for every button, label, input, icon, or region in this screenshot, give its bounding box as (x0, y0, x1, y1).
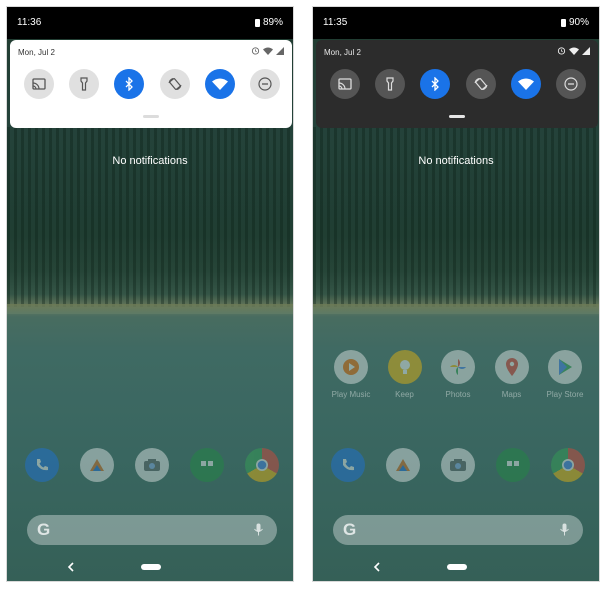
camera-icon[interactable] (441, 448, 475, 482)
status-right: 90% (560, 17, 589, 28)
quick-settings-panel[interactable]: Mon, Jul 2 (316, 40, 598, 128)
google-g-icon: G (37, 520, 51, 539)
play-store-icon (548, 350, 582, 384)
back-icon[interactable] (65, 560, 77, 574)
tile-flashlight[interactable] (69, 69, 100, 99)
qs-status-icons (251, 46, 284, 55)
tile-flashlight[interactable] (375, 69, 406, 99)
panel-drag-handle[interactable] (143, 115, 159, 118)
home-button[interactable] (141, 564, 161, 570)
qs-status-icons (557, 46, 590, 55)
qs-date: Mon, Jul 2 (324, 48, 361, 57)
app-label: Keep (395, 390, 414, 399)
app-play-store[interactable]: Play Store (541, 350, 589, 399)
cast-icon (338, 78, 352, 90)
search-bar[interactable]: G (27, 515, 277, 545)
wifi-signal-icon (263, 47, 273, 55)
camera-icon[interactable] (135, 448, 169, 482)
wifi-icon (211, 78, 228, 90)
triangle-app-icon[interactable] (386, 448, 420, 482)
app-photos[interactable]: Photos (434, 350, 482, 399)
tile-bluetooth[interactable] (420, 69, 451, 99)
tile-do-not-disturb[interactable] (249, 69, 280, 99)
dnd-icon (564, 77, 578, 91)
cast-icon (32, 78, 46, 90)
battery-percent: 90% (568, 17, 589, 28)
wifi-icon (517, 78, 534, 90)
bluetooth-icon (431, 77, 440, 91)
tile-cast[interactable] (330, 69, 360, 99)
home-apps-row: Play Music Keep Photos Maps Play Store (327, 350, 589, 399)
app-label: Photos (445, 390, 471, 399)
dock (25, 448, 279, 482)
tile-auto-rotate[interactable] (159, 69, 190, 99)
hangouts-icon[interactable] (190, 448, 224, 482)
status-bar: 11:35 90% (313, 7, 599, 39)
tile-auto-rotate[interactable] (465, 69, 496, 99)
no-notifications-text: No notifications (112, 155, 188, 167)
wallpaper-shore (313, 304, 599, 314)
alarm-icon (557, 47, 566, 55)
tile-bluetooth[interactable] (114, 69, 145, 99)
wallpaper-forest (7, 127, 293, 307)
google-g-icon: G (343, 520, 357, 539)
status-time: 11:36 (17, 17, 42, 28)
tile-wifi[interactable] (204, 69, 235, 99)
flashlight-icon (386, 77, 394, 91)
app-label: Maps (501, 390, 522, 399)
app-play-music[interactable]: Play Music (327, 350, 375, 399)
dock (331, 448, 585, 482)
hangouts-icon[interactable] (496, 448, 530, 482)
phone-screen-light: 11:36 89% Mon, Jul 2 No notifications G (6, 6, 294, 582)
triangle-app-icon[interactable] (80, 448, 114, 482)
no-notifications-text: No notifications (418, 155, 494, 167)
rotate-icon (168, 78, 182, 90)
home-button[interactable] (447, 564, 467, 570)
status-bar: 11:36 89% (7, 7, 293, 39)
chrome-icon[interactable] (551, 448, 585, 482)
app-label: Play Music (331, 390, 371, 399)
back-icon[interactable] (371, 560, 383, 574)
bluetooth-icon (125, 77, 134, 91)
alarm-icon (251, 47, 260, 55)
phone-screen-dark: 11:35 90% Mon, Jul 2 No notifications Pl… (312, 6, 600, 582)
wifi-signal-icon (569, 47, 579, 55)
flashlight-icon (80, 77, 88, 91)
play-music-icon (334, 350, 368, 384)
tile-cast[interactable] (24, 69, 54, 99)
quick-settings-panel[interactable]: Mon, Jul 2 (10, 40, 292, 128)
wallpaper-forest (313, 127, 599, 307)
qs-tiles (330, 69, 586, 99)
battery-icon (254, 18, 260, 27)
app-keep[interactable]: Keep (381, 350, 429, 399)
wallpaper-shore (7, 304, 293, 314)
qs-tiles (24, 69, 280, 99)
app-maps[interactable]: Maps (488, 350, 536, 399)
mic-icon[interactable] (560, 523, 569, 536)
qs-date: Mon, Jul 2 (18, 48, 55, 57)
keep-icon (387, 350, 422, 384)
maps-icon (494, 350, 529, 384)
cell-signal-icon (582, 46, 590, 55)
battery-percent: 89% (262, 17, 283, 28)
status-right: 89% (254, 17, 283, 28)
tile-do-not-disturb[interactable] (555, 69, 586, 99)
app-label: Play Store (546, 390, 584, 399)
chrome-icon[interactable] (245, 448, 279, 482)
battery-icon (560, 18, 566, 27)
tile-wifi[interactable] (510, 69, 541, 99)
dnd-icon (258, 77, 272, 91)
phone-icon[interactable] (331, 448, 365, 482)
cell-signal-icon (276, 46, 284, 55)
phone-icon[interactable] (25, 448, 59, 482)
status-time: 11:35 (323, 17, 348, 28)
search-bar[interactable]: G (333, 515, 583, 545)
panel-drag-handle[interactable] (449, 115, 465, 118)
photos-icon (441, 350, 475, 384)
mic-icon[interactable] (254, 523, 263, 536)
rotate-icon (474, 78, 488, 90)
